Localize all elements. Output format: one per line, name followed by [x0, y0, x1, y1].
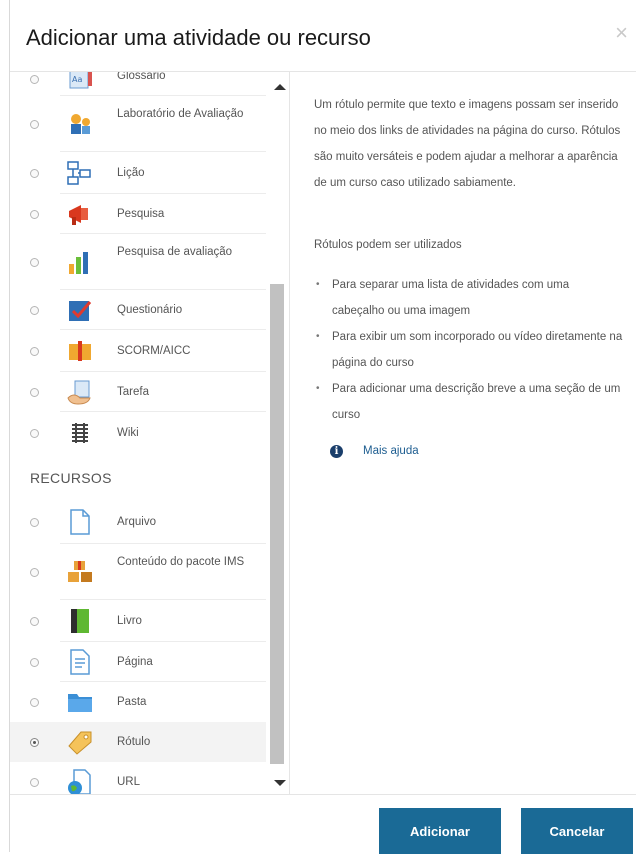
help-bullets: Para separar uma lista de atividades com…: [314, 272, 624, 428]
help-usage-title: Rótulos podem ser utilizados: [314, 239, 462, 251]
radio-button[interactable]: [30, 518, 39, 527]
scroll-up-arrow-icon[interactable]: [274, 84, 286, 90]
option-label: Laboratório de Avaliação: [117, 108, 244, 120]
option-pagina[interactable]: Página: [10, 642, 266, 682]
option-tarefa[interactable]: Tarefa: [10, 372, 266, 412]
option-label: Glossário: [117, 72, 166, 82]
glossary-icon: Aa: [69, 72, 92, 89]
option-questionario[interactable]: Questionário: [10, 290, 266, 330]
svg-text:Aa: Aa: [72, 75, 82, 84]
option-livro[interactable]: Livro: [10, 600, 266, 642]
radio-button[interactable]: [30, 75, 39, 84]
option-pesquisa-avaliacao[interactable]: Pesquisa de avaliação: [10, 234, 266, 290]
radio-button[interactable]: [30, 568, 39, 577]
option-label: Tarefa: [117, 386, 149, 398]
radio-button[interactable]: [30, 120, 39, 129]
option-label: Arquivo: [117, 516, 156, 528]
more-help-link[interactable]: Mais ajuda: [363, 438, 419, 464]
option-url[interactable]: URL: [10, 762, 266, 794]
option-pacote-ims[interactable]: Conteúdo do pacote IMS: [10, 544, 266, 600]
more-help[interactable]: i Mais ajuda: [330, 438, 419, 464]
book-icon: [71, 609, 89, 633]
wiki-icon: [70, 422, 90, 444]
help-bullet: Para exibir um som incorporado ou vídeo …: [314, 324, 624, 376]
option-rotulo[interactable]: Rótulo: [10, 722, 266, 762]
radio-button[interactable]: [30, 617, 39, 626]
page-icon: [70, 649, 90, 675]
option-pesquisa[interactable]: Pesquisa: [10, 194, 266, 234]
label-icon: [68, 731, 92, 755]
option-label: Livro: [117, 615, 142, 627]
file-icon: [70, 509, 90, 535]
option-label: Rótulo: [117, 736, 151, 748]
option-label: Pasta: [117, 696, 147, 708]
close-icon[interactable]: ×: [615, 20, 628, 46]
radio-button[interactable]: [30, 347, 39, 356]
option-label: Pesquisa de avaliação: [117, 246, 233, 258]
option-label: URL: [117, 776, 141, 788]
ims-package-icon: [68, 561, 92, 582]
help-bullet: Para adicionar uma descrição breve a uma…: [314, 376, 624, 428]
radio-button[interactable]: [30, 698, 39, 707]
url-icon: [68, 769, 91, 794]
radio-button[interactable]: [30, 388, 39, 397]
assignment-icon: [67, 380, 91, 405]
option-label: Wiki: [117, 427, 139, 439]
radio-button[interactable]: [30, 778, 39, 787]
dialog-title: Adicionar uma atividade ou recurso: [26, 25, 371, 50]
radio-button[interactable]: [30, 658, 39, 667]
cancel-button[interactable]: Cancelar: [521, 808, 633, 854]
radio-button[interactable]: [30, 429, 39, 438]
survey-icon: [69, 205, 88, 225]
radio-button[interactable]: [30, 210, 39, 219]
option-label: Lição: [117, 167, 145, 179]
help-panel: Um rótulo permite que texto e imagens po…: [300, 72, 630, 794]
add-activity-dialog: Adicionar uma atividade ou recurso × Aa …: [9, 0, 636, 854]
help-description: Um rótulo permite que texto e imagens po…: [314, 99, 621, 189]
option-pasta[interactable]: Pasta: [10, 682, 266, 722]
scorm-icon: [69, 341, 91, 361]
option-label: SCORM/AICC: [117, 345, 191, 357]
quiz-icon: [69, 301, 92, 321]
option-licao[interactable]: Lição: [10, 152, 266, 194]
option-laboratorio[interactable]: Laboratório de Avaliação: [10, 96, 266, 152]
radio-button-selected[interactable]: [30, 738, 39, 747]
option-arquivo[interactable]: Arquivo: [10, 500, 266, 544]
lesson-icon: [67, 161, 91, 185]
option-glossario[interactable]: Aa Glossário: [10, 72, 266, 96]
radio-button[interactable]: [30, 306, 39, 315]
list-scrollbar[interactable]: [266, 72, 289, 794]
help-bullet: Para separar uma lista de atividades com…: [314, 272, 624, 324]
dialog-header: Adicionar uma atividade ou recurso ×: [10, 0, 636, 72]
resources-heading: RECURSOS: [30, 470, 112, 486]
info-icon: i: [330, 444, 343, 458]
option-label: Questionário: [117, 304, 183, 316]
folder-icon: [68, 694, 92, 712]
workshop-icon: [71, 114, 90, 134]
option-wiki[interactable]: Wiki: [10, 412, 266, 454]
option-label: Pesquisa: [117, 208, 165, 220]
module-chooser-list: Aa Glossário Laboratório de Avaliação Li…: [10, 72, 290, 794]
option-label: Conteúdo do pacote IMS: [117, 556, 245, 568]
option-scorm[interactable]: SCORM/AICC: [10, 330, 266, 372]
scroll-down-arrow-icon[interactable]: [274, 780, 286, 786]
radio-button[interactable]: [30, 258, 39, 267]
dialog-footer: Adicionar Cancelar: [10, 794, 636, 854]
radio-button[interactable]: [30, 169, 39, 178]
add-button[interactable]: Adicionar: [379, 808, 501, 854]
scrollbar-thumb[interactable]: [270, 284, 284, 764]
feedback-icon: [69, 252, 88, 274]
option-label: Página: [117, 656, 153, 668]
